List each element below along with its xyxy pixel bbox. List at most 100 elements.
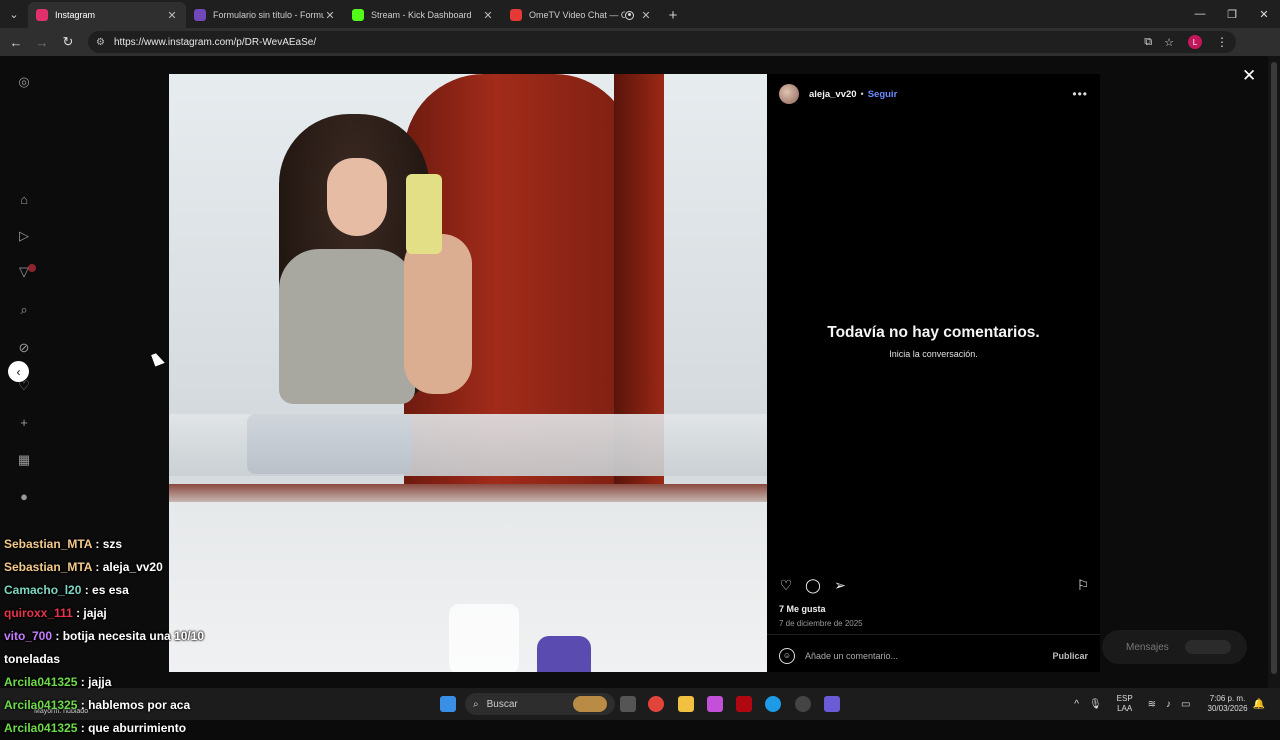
more-icon[interactable]: ••• (1072, 87, 1088, 101)
chat-line: Arcila041325 : que aburrimiento (4, 717, 214, 740)
reload-icon[interactable]: ↻ (56, 30, 80, 54)
obs-icon[interactable] (795, 696, 811, 712)
tab-ometv[interactable]: OmeTV Video Chat — Ome ✕ (502, 2, 660, 28)
divider (767, 634, 1100, 635)
post-date: 7 de diciembre de 2025 (779, 619, 863, 628)
home-icon[interactable]: ⌂ (16, 191, 32, 207)
chat-line: quiroxx_111 : jajaj (4, 602, 214, 625)
chat-message: : aleja_vv20 (95, 560, 163, 574)
install-app-icon[interactable]: ⧉ (1144, 36, 1152, 49)
no-comments-subtitle: Inicia la conversación. (889, 349, 978, 359)
tab-title: OmeTV Video Chat — Ome (529, 10, 625, 20)
follow-button[interactable]: Seguir (868, 89, 898, 100)
file-explorer-icon[interactable] (678, 696, 694, 712)
tab-close-icon[interactable]: ✕ (482, 9, 494, 22)
chat-line: Arcila041325 : hablemos por aca (4, 694, 214, 717)
tab-close-icon[interactable]: ✕ (324, 9, 336, 22)
comment-composer: ☺ Publicar (767, 639, 1100, 672)
post-header: aleja_vv20 • Seguir ••• (767, 74, 1100, 114)
chat-line: Camacho_l20 : es esa (4, 579, 214, 602)
window-controls: — ❐ ✕ (1184, 0, 1280, 28)
instagram-icon[interactable]: ◎ (16, 74, 32, 90)
emoji-icon[interactable]: ☺ (779, 647, 795, 664)
ometv-favicon-icon (510, 9, 522, 21)
post-photo (169, 74, 767, 672)
profile-icon[interactable]: ● (16, 488, 32, 504)
close-icon[interactable]: ✕ (1242, 66, 1256, 86)
window-close-icon[interactable]: ✕ (1248, 0, 1280, 28)
chat-message: toneladas (4, 652, 61, 666)
new-tab-button[interactable]: + (660, 2, 686, 28)
recording-icon (625, 10, 634, 20)
no-comments-title: Todavía no hay comentarios. (827, 324, 1040, 341)
tab-instagram[interactable]: Instagram ✕ (28, 2, 186, 28)
comment-input[interactable] (805, 650, 1053, 661)
battery-icon[interactable]: ▭ (1181, 699, 1190, 710)
share-icon[interactable]: ➢ (831, 576, 849, 594)
chrome-icon[interactable] (648, 696, 664, 712)
chat-line: toneladas (4, 648, 214, 671)
publish-button[interactable]: Publicar (1052, 651, 1088, 661)
restore-icon[interactable]: ❐ (1216, 0, 1248, 28)
dashboard-icon[interactable]: ▦ (16, 452, 32, 468)
tab-close-icon[interactable]: ✕ (166, 9, 178, 22)
like-heart-icon[interactable]: ♡ (777, 576, 795, 594)
apps-icon[interactable] (824, 696, 840, 712)
post-actions: ♡ ◯ ➢ ⚐ (777, 576, 1093, 594)
taskbar-search-label: Buscar (486, 698, 518, 710)
page-scrollbar[interactable] (1268, 56, 1280, 688)
volume-icon[interactable]: ♪ (1166, 699, 1171, 710)
previous-post-button[interactable]: ‹ (8, 361, 29, 382)
start-icon[interactable] (440, 696, 456, 712)
tab-title: Formulario sin título - Formular (213, 10, 324, 20)
compass-icon[interactable]: ⊘ (16, 340, 32, 356)
avatar[interactable] (779, 84, 799, 104)
messages-button[interactable]: Mensajes (1102, 630, 1247, 664)
bookmark-star-icon[interactable]: ☆ (1164, 36, 1174, 49)
profile-avatar[interactable]: L (1188, 35, 1202, 49)
reels-icon[interactable]: ▷ (16, 228, 32, 244)
task-view-icon[interactable] (620, 696, 636, 712)
netflix-icon[interactable] (736, 696, 752, 712)
chat-message: : szs (95, 537, 123, 551)
notification-badge (28, 264, 36, 272)
username-link[interactable]: aleja_vv20 (809, 89, 857, 100)
tab-title: Instagram (55, 10, 96, 20)
wifi-icon[interactable]: ≋ (1148, 699, 1156, 710)
chat-user: Arcila041325 (4, 698, 78, 712)
clock[interactable]: 7:06 p. m. 30/03/2026 (1208, 694, 1248, 714)
search-icon[interactable]: ⌕ (16, 302, 32, 318)
search-icon: ⌕ (473, 698, 479, 710)
forms-favicon-icon (194, 9, 206, 21)
taskbar-search[interactable]: ⌕ Buscar (465, 693, 615, 715)
minimize-icon[interactable]: — (1184, 0, 1216, 28)
likes-count[interactable]: 7 Me gusta (779, 604, 826, 614)
browser-menu-icon[interactable]: ⋮ (1216, 35, 1228, 49)
chat-user: quiroxx_111 (4, 606, 73, 620)
address-bar[interactable]: ⚙ https://www.instagram.com/p/DR-WevAEaS… (88, 31, 1236, 53)
chat-message: : jajaj (76, 606, 107, 620)
tab-kick[interactable]: Stream - Kick Dashboard ✕ (344, 2, 502, 28)
language-indicator[interactable]: ESP LAA (1117, 694, 1133, 714)
notifications-icon[interactable]: 🔔 (1253, 699, 1265, 710)
stream-chat-overlay: Sebastian_MTA : szs Sebastian_MTA : alej… (4, 533, 214, 735)
message-avatars (1184, 640, 1231, 654)
browser-toolbar: ← → ↻ ⚙ https://www.instagram.com/p/DR-W… (0, 28, 1280, 56)
tab-close-icon[interactable]: ✕ (640, 9, 652, 22)
chat-message: : es esa (84, 583, 129, 597)
search-highlight-image (573, 696, 607, 712)
url-text: https://www.instagram.com/p/DR-WevAEaSe/ (114, 36, 317, 48)
tab-formulario[interactable]: Formulario sin título - Formular ✕ (186, 2, 344, 28)
microphone-icon[interactable]: 🎙 (1089, 699, 1102, 710)
back-icon[interactable]: ← (4, 30, 28, 54)
copilot-icon[interactable] (707, 696, 723, 712)
site-info-icon[interactable]: ⚙ (96, 37, 110, 48)
bookmark-icon[interactable]: ⚐ (1074, 576, 1092, 594)
tab-title: Stream - Kick Dashboard (371, 10, 472, 20)
forward-icon[interactable]: → (30, 30, 54, 54)
chevron-up-icon[interactable]: ^ (1074, 699, 1079, 710)
create-icon[interactable]: + (16, 414, 32, 430)
edge-icon[interactable] (765, 696, 781, 712)
comment-icon[interactable]: ◯ (804, 576, 822, 594)
tab-search-icon[interactable]: ⌄ (0, 0, 28, 28)
